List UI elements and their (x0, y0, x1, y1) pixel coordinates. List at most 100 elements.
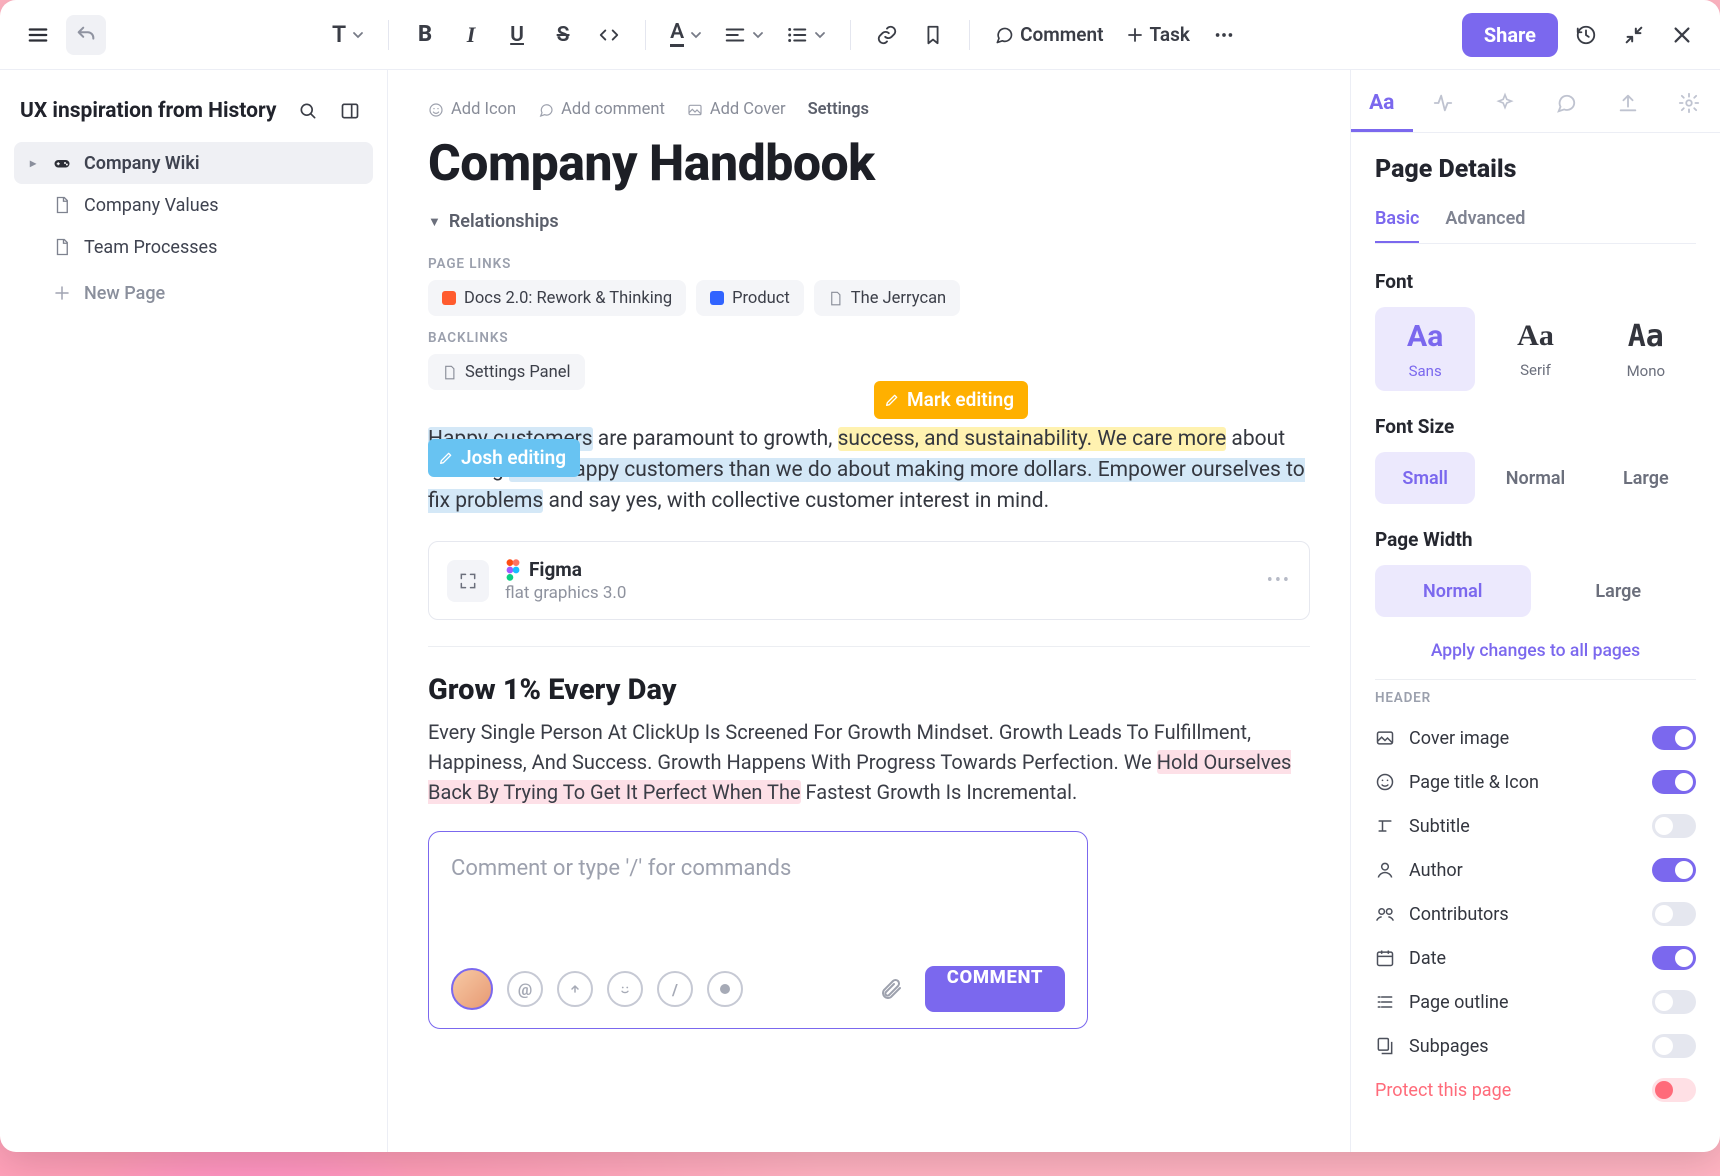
size-normal-option[interactable]: Normal (1485, 452, 1585, 504)
page-link-chip[interactable]: The Jerrycan (814, 280, 960, 316)
width-normal-option[interactable]: Normal (1375, 565, 1531, 617)
plus-icon (1126, 26, 1144, 44)
text-style-button[interactable]: T (324, 15, 372, 55)
heading[interactable]: Grow 1% Every Day (428, 673, 1310, 717)
gamepad-icon (53, 154, 71, 172)
option-outline: Page outline (1375, 980, 1696, 1024)
width-large-option[interactable]: Large (1541, 565, 1697, 617)
comment-icon (538, 102, 554, 118)
menu-button[interactable] (18, 15, 58, 55)
page-icon (828, 291, 843, 306)
expand-icon (458, 571, 478, 591)
mention-button[interactable]: @ (507, 971, 543, 1007)
subtab-basic[interactable]: Basic (1375, 200, 1419, 243)
backlink-chip[interactable]: Settings Panel (428, 354, 585, 390)
more-button[interactable] (1204, 15, 1244, 55)
paragraph[interactable]: Mark editing Josh editing Happy customer… (428, 390, 1310, 541)
smile-icon (616, 980, 634, 998)
underline-button[interactable]: U (497, 15, 537, 55)
comment-button[interactable]: Comment (986, 15, 1111, 55)
search-button[interactable] (291, 94, 325, 128)
toggle-cover[interactable] (1652, 726, 1696, 750)
sidebar-item-company-wiki[interactable]: ▸Company Wiki (14, 142, 373, 184)
align-button[interactable] (716, 15, 772, 55)
panel-tab-settings[interactable] (1659, 76, 1720, 132)
collapse-sidebar-button[interactable] (333, 94, 367, 128)
gear-icon (1678, 92, 1700, 114)
list-button[interactable] (778, 15, 834, 55)
size-large-option[interactable]: Large (1596, 452, 1696, 504)
toggle-subtitle[interactable] (1652, 814, 1696, 838)
toggle-author[interactable] (1652, 858, 1696, 882)
code-button[interactable] (589, 15, 629, 55)
toggle-subpages[interactable] (1652, 1034, 1696, 1058)
page-links-label: PAGE LINKS (428, 242, 1310, 280)
editing-tag-mark: Mark editing (874, 381, 1028, 419)
slash-button[interactable]: / (657, 971, 693, 1007)
action-label: Add Cover (710, 100, 786, 119)
embed-more-button[interactable]: ••• (1267, 570, 1291, 591)
panel-tab-style[interactable]: Aa (1351, 76, 1413, 132)
add-comment-button[interactable]: Add comment (538, 100, 665, 119)
pencil-icon (884, 392, 900, 408)
page-link-chip[interactable]: Docs 2.0: Rework & Thinking (428, 280, 686, 316)
action-label: Add Icon (451, 100, 516, 119)
toggle-contributors[interactable] (1652, 902, 1696, 926)
history-button[interactable] (1566, 15, 1606, 55)
add-cover-button[interactable]: Add Cover (687, 100, 786, 119)
figma-embed[interactable]: Figma flat graphics 3.0 ••• (428, 541, 1310, 620)
comment-input[interactable]: Comment or type '/' for commands (451, 856, 1065, 966)
toggle-outline[interactable] (1652, 990, 1696, 1014)
italic-icon: I (467, 22, 476, 48)
record-button[interactable] (707, 971, 743, 1007)
close-button[interactable] (1662, 15, 1702, 55)
toggle-protect[interactable] (1652, 1078, 1696, 1102)
editor: Add Icon Add comment Add Cover Settings … (388, 70, 1350, 1152)
bookmark-button[interactable] (913, 15, 953, 55)
link-icon (876, 24, 898, 46)
text-color-button[interactable]: A (662, 15, 710, 55)
emoji-button[interactable] (607, 971, 643, 1007)
font-mono-option[interactable]: AaMono (1596, 307, 1696, 391)
sidebar-item-company-values[interactable]: Company Values (14, 184, 373, 226)
undo-button[interactable] (66, 15, 106, 55)
expand-button[interactable] (447, 560, 489, 602)
toggle-title-icon[interactable] (1652, 770, 1696, 794)
panel-tab-export[interactable] (1597, 76, 1659, 132)
strike-button[interactable]: S (543, 15, 583, 55)
attach-button[interactable] (871, 969, 911, 1009)
settings-action[interactable]: Settings (808, 100, 869, 119)
panel-tab-comments[interactable] (1536, 76, 1598, 132)
apply-all-link[interactable]: Apply changes to all pages (1375, 635, 1696, 679)
new-page-button[interactable]: New Page (14, 272, 373, 314)
font-sans-option[interactable]: AaSans (1375, 307, 1475, 391)
bold-button[interactable]: B (405, 15, 445, 55)
pages-icon (1375, 1036, 1395, 1056)
paragraph[interactable]: Every Single Person At ClickUp Is Screen… (428, 717, 1310, 831)
size-small-option[interactable]: Small (1375, 452, 1475, 504)
bookmark-icon (922, 24, 944, 46)
font-serif-option[interactable]: AaSerif (1485, 307, 1585, 391)
option-label: Author (1409, 860, 1463, 881)
avatar[interactable] (451, 968, 493, 1010)
header-section-label: HEADER (1375, 680, 1696, 716)
top-toolbar: T B I U S A Comment Task Share (0, 0, 1720, 70)
add-icon-button[interactable]: Add Icon (428, 100, 516, 119)
panel-tab-ai[interactable] (1474, 76, 1536, 132)
assign-button[interactable] (557, 971, 593, 1007)
italic-button[interactable]: I (451, 15, 491, 55)
sidebar-item-team-processes[interactable]: Team Processes (14, 226, 373, 268)
app-window: T B I U S A Comment Task Share (0, 0, 1720, 1152)
collapse-button[interactable] (1614, 15, 1654, 55)
share-button[interactable]: Share (1462, 13, 1558, 57)
relationships-toggle[interactable]: ▼Relationships (428, 211, 1310, 242)
task-button[interactable]: Task (1118, 15, 1198, 55)
page-link-chip[interactable]: Product (696, 280, 804, 316)
panel-tab-activity[interactable] (1413, 76, 1475, 132)
subtab-advanced[interactable]: Advanced (1445, 200, 1525, 243)
text-run: are paramount to growth, (593, 427, 838, 451)
toggle-date[interactable] (1652, 946, 1696, 970)
comment-submit-button[interactable]: COMMENT (925, 966, 1065, 1012)
link-button[interactable] (867, 15, 907, 55)
page-title[interactable]: Company Handbook (428, 127, 1310, 211)
